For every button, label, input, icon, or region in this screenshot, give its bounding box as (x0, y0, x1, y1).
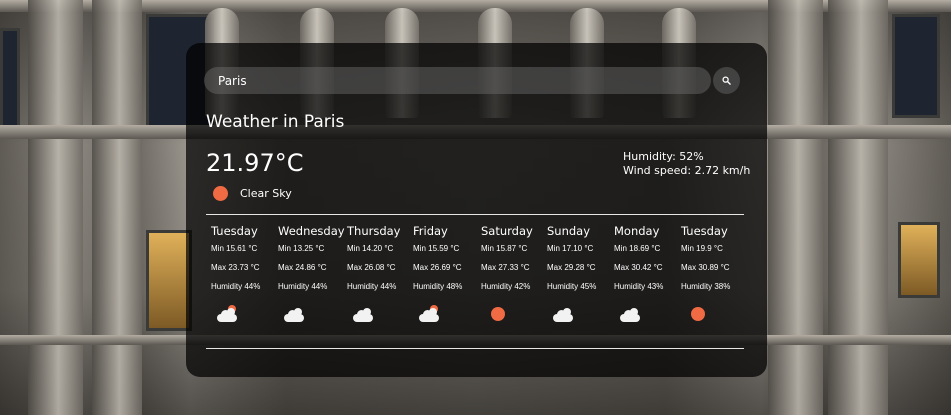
forecast-max-temp: Max 27.33 °C (481, 263, 530, 272)
forecast-humidity: Humidity 48% (413, 282, 463, 291)
forecast-day-name: Monday (614, 224, 660, 238)
search-icon (722, 76, 731, 85)
forecast-day-name: Wednesday (278, 224, 345, 238)
forecast-max-temp: Max 29.28 °C (547, 263, 596, 272)
cloud-icon (553, 304, 615, 324)
current-temperature: 21.97°C (206, 149, 304, 177)
forecast-max-temp: Max 30.89 °C (681, 263, 730, 272)
forecast-min-temp: Min 15.61 °C (211, 244, 258, 253)
facade-column (768, 0, 823, 415)
partly-cloudy-icon (217, 304, 279, 324)
forecast-humidity: Humidity 44% (347, 282, 397, 291)
forecast-day-name: Sunday (547, 224, 591, 238)
sun-icon (487, 304, 549, 324)
city-title: Weather in Paris (206, 112, 345, 132)
forecast-day: Thursday Min 14.20 °C Max 26.08 °C Humid… (347, 224, 415, 324)
forecast-max-temp: Max 23.73 °C (211, 263, 260, 272)
current-humidity: Humidity: 52% (623, 150, 704, 163)
facade-column (828, 0, 888, 415)
forecast-day: Wednesday Min 13.25 °C Max 24.86 °C Humi… (278, 224, 346, 324)
current-wind-speed: Wind speed: 2.72 km/h (623, 164, 751, 177)
weather-description: Clear Sky (240, 187, 292, 200)
divider (206, 348, 744, 349)
search-bar[interactable] (204, 67, 711, 94)
partly-cloudy-icon (419, 304, 481, 324)
forecast-day: Sunday Min 17.10 °C Max 29.28 °C Humidit… (547, 224, 615, 324)
forecast-min-temp: Min 17.10 °C (547, 244, 594, 253)
facade-column (92, 0, 142, 415)
forecast-day-name: Thursday (347, 224, 401, 238)
forecast-list: Tuesday Min 15.61 °C Max 23.73 °C Humidi… (206, 224, 746, 334)
forecast-min-temp: Min 19.9 °C (681, 244, 723, 253)
forecast-day: Tuesday Min 15.61 °C Max 23.73 °C Humidi… (211, 224, 279, 324)
cloud-icon (353, 304, 415, 324)
forecast-day-name: Saturday (481, 224, 533, 238)
search-input[interactable] (204, 67, 711, 94)
facade-column (28, 0, 83, 415)
cloud-icon (620, 304, 682, 324)
facade-window (898, 222, 940, 298)
forecast-day-name: Tuesday (681, 224, 728, 238)
forecast-min-temp: Min 14.20 °C (347, 244, 394, 253)
forecast-min-temp: Min 15.87 °C (481, 244, 528, 253)
forecast-day: Saturday Min 15.87 °C Max 27.33 °C Humid… (481, 224, 549, 324)
forecast-min-temp: Min 15.59 °C (413, 244, 460, 253)
forecast-humidity: Humidity 44% (278, 282, 328, 291)
facade-window (892, 14, 940, 118)
forecast-day-name: Tuesday (211, 224, 258, 238)
forecast-day: Friday Min 15.59 °C Max 26.69 °C Humidit… (413, 224, 481, 324)
forecast-day: Tuesday Min 19.9 °C Max 30.89 °C Humidit… (681, 224, 749, 324)
forecast-humidity: Humidity 42% (481, 282, 531, 291)
weather-card: Weather in Paris 21.97°C Humidity: 52% W… (186, 43, 767, 377)
sun-icon (213, 186, 228, 201)
cloud-icon (284, 304, 346, 324)
forecast-humidity: Humidity 44% (211, 282, 261, 291)
divider (206, 214, 744, 215)
forecast-max-temp: Max 30.42 °C (614, 263, 663, 272)
forecast-humidity: Humidity 38% (681, 282, 731, 291)
search-button[interactable] (713, 67, 740, 94)
forecast-min-temp: Min 18.69 °C (614, 244, 661, 253)
facade-window (0, 28, 20, 129)
forecast-humidity: Humidity 45% (547, 282, 597, 291)
sun-icon (687, 304, 749, 324)
forecast-max-temp: Max 26.08 °C (347, 263, 396, 272)
forecast-day-name: Friday (413, 224, 448, 238)
forecast-day: Monday Min 18.69 °C Max 30.42 °C Humidit… (614, 224, 682, 324)
forecast-humidity: Humidity 43% (614, 282, 664, 291)
forecast-max-temp: Max 24.86 °C (278, 263, 327, 272)
forecast-min-temp: Min 13.25 °C (278, 244, 325, 253)
forecast-max-temp: Max 26.69 °C (413, 263, 462, 272)
